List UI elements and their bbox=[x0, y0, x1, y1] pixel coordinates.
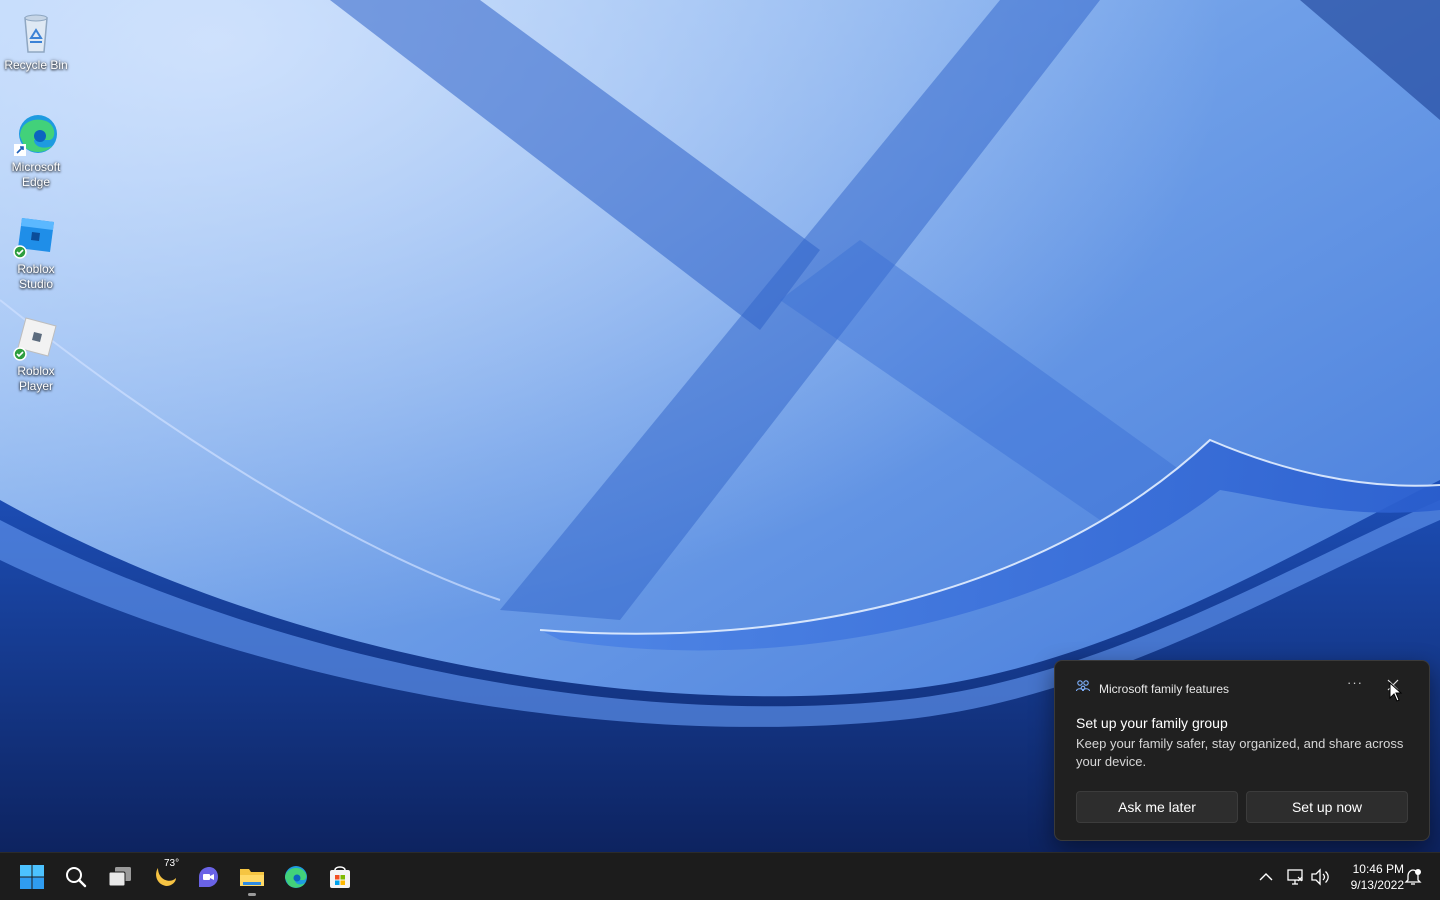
desktop-icon-label: Roblox Studio bbox=[17, 262, 55, 291]
desktop-icon-roblox-studio[interactable]: Roblox Studio bbox=[4, 212, 68, 292]
weather-temperature: 73° bbox=[164, 858, 180, 869]
toast-title: Set up your family group bbox=[1076, 715, 1228, 731]
file-explorer-button[interactable] bbox=[232, 857, 272, 897]
taskbar: 73° 10:46 PM 9/13/2022 bbox=[0, 852, 1440, 900]
family-icon bbox=[1075, 678, 1091, 699]
search-icon bbox=[66, 867, 87, 888]
task-view-button[interactable] bbox=[100, 857, 140, 897]
store-button[interactable] bbox=[320, 857, 360, 897]
desktop-icon-roblox-player[interactable]: Roblox Player bbox=[4, 314, 68, 394]
desktop-icon-recycle-bin[interactable]: Recycle Bin bbox=[4, 8, 68, 73]
start-icon bbox=[20, 865, 44, 889]
notification-toast[interactable]: Microsoft family features ··· Set up you… bbox=[1054, 660, 1430, 841]
toast-body: Keep your family safer, stay organized, … bbox=[1076, 736, 1404, 769]
toast-header: Microsoft family features bbox=[1075, 678, 1229, 699]
clock-time: 10:46 PM bbox=[1352, 862, 1404, 876]
edge-taskbar-button[interactable] bbox=[276, 857, 316, 897]
start-button[interactable] bbox=[12, 857, 52, 897]
show-hidden-icons-button[interactable] bbox=[1248, 857, 1284, 897]
desktop-icon-label: Microsoft Edge bbox=[11, 160, 61, 189]
active-indicator bbox=[248, 893, 256, 896]
volume-icon bbox=[1311, 868, 1329, 886]
network-icon bbox=[1287, 869, 1303, 885]
search-button[interactable] bbox=[56, 857, 96, 897]
toast-app-name: Microsoft family features bbox=[1099, 681, 1230, 696]
edge-icon bbox=[285, 866, 307, 888]
roblox-player-icon bbox=[12, 314, 60, 362]
mouse-cursor-icon bbox=[1389, 682, 1403, 702]
ask-me-later-button[interactable]: Ask me later bbox=[1076, 791, 1238, 823]
chat-icon bbox=[199, 867, 218, 887]
more-options-button[interactable]: ··· bbox=[1343, 675, 1367, 690]
roblox-studio-icon bbox=[12, 212, 60, 260]
volume-button[interactable] bbox=[1305, 857, 1335, 897]
clock[interactable]: 10:46 PM 9/13/2022 bbox=[1336, 861, 1404, 893]
chevron-up-icon bbox=[1259, 873, 1273, 881]
recycle-bin-icon bbox=[12, 8, 60, 56]
task-view-icon bbox=[108, 867, 131, 887]
desktop-icon-label: Roblox Player bbox=[17, 364, 55, 393]
desktop[interactable]: Recycle Bin Microsoft Edge Roblox Studio bbox=[0, 0, 1440, 852]
notification-icon bbox=[1404, 869, 1422, 885]
chat-button[interactable] bbox=[188, 857, 228, 897]
store-icon bbox=[330, 866, 350, 888]
set-up-now-button[interactable]: Set up now bbox=[1246, 791, 1408, 823]
file-explorer-icon bbox=[240, 869, 264, 886]
clock-date: 9/13/2022 bbox=[1350, 878, 1404, 892]
desktop-icon-microsoft-edge[interactable]: Microsoft Edge bbox=[4, 110, 68, 190]
notification-center-button[interactable] bbox=[1400, 857, 1426, 897]
edge-icon bbox=[12, 110, 60, 158]
desktop-icon-label: Recycle Bin bbox=[4, 58, 68, 72]
